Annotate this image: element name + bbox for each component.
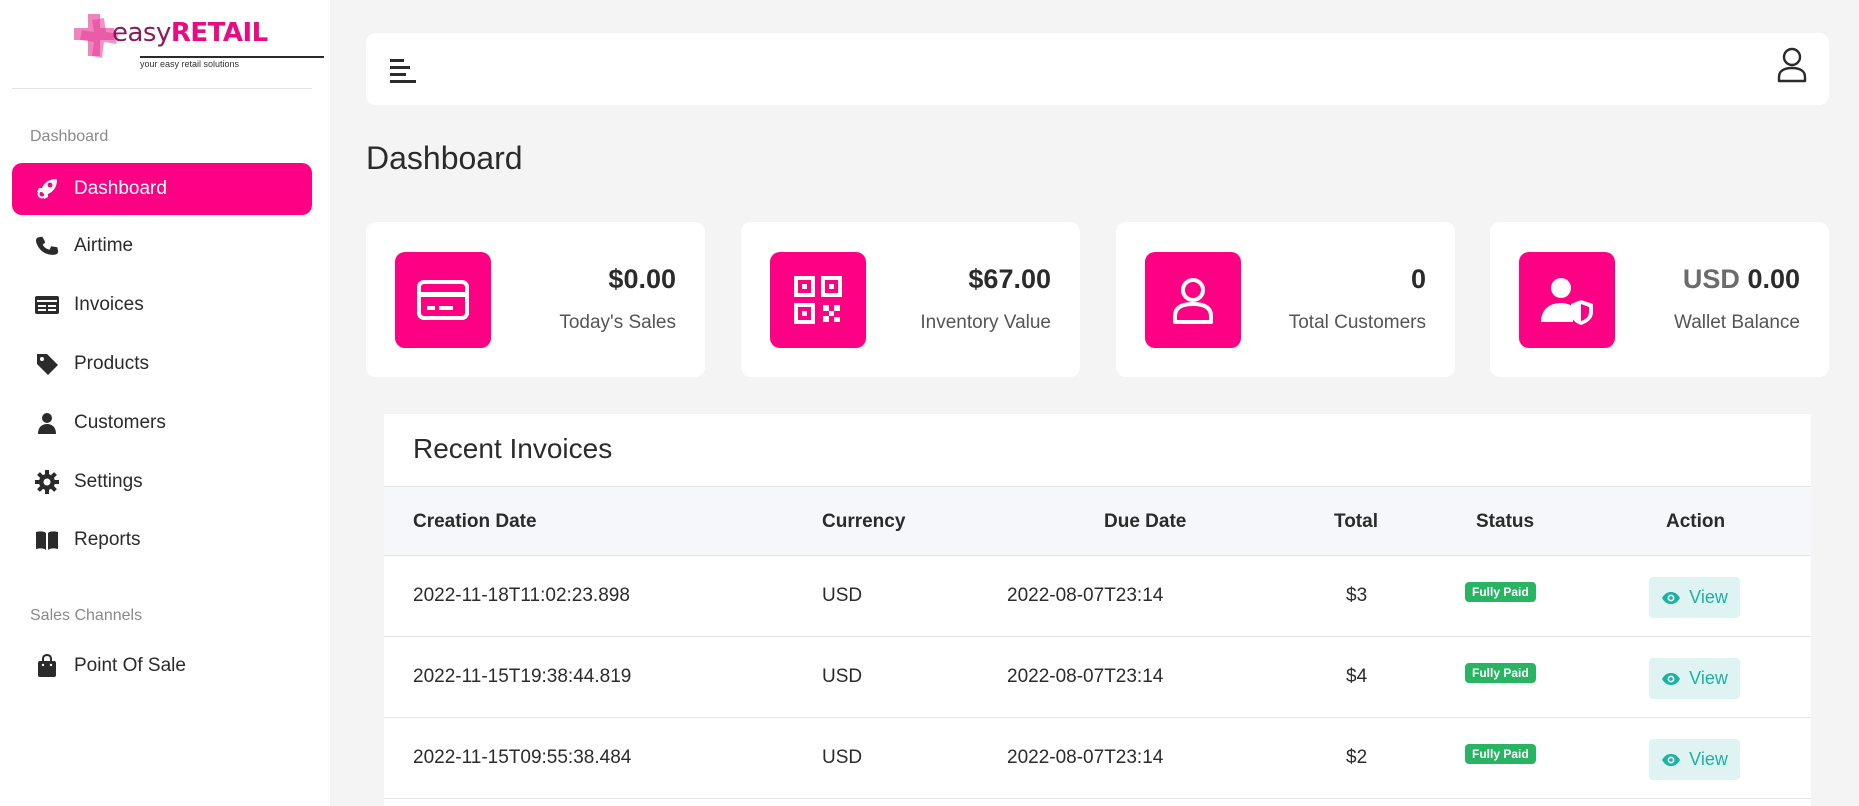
stat-value: 0 (1410, 264, 1426, 294)
column-header-currency[interactable]: Currency (822, 511, 905, 533)
status-badge: Fully Paid (1465, 744, 1536, 764)
phone-icon (34, 233, 60, 259)
stat-card-total-customers: 0 Total Customers (1116, 222, 1455, 377)
sidebar-section-sales-channels: Sales Channels (30, 607, 143, 624)
menu-toggle-button[interactable] (388, 55, 418, 85)
user-outline-icon (1145, 252, 1241, 348)
wallet-amount: 0.00 (1747, 264, 1800, 294)
tag-icon (34, 351, 60, 377)
stat-value: $0.00 (608, 264, 676, 294)
sidebar-item-dashboard[interactable]: Dashboard (12, 163, 312, 215)
stat-value: USD 0.00 (1683, 264, 1800, 295)
brand-logo[interactable]: easyRETAIL your easy retail solutions (70, 12, 324, 69)
invoice-icon (34, 292, 60, 318)
qr-code-icon (770, 252, 866, 348)
wallet-currency: USD (1682, 264, 1740, 294)
view-button[interactable]: View (1649, 658, 1740, 699)
eye-icon (1662, 672, 1681, 685)
column-header-status[interactable]: Status (1476, 511, 1534, 533)
recent-invoices-panel: Recent Invoices Creation Date Currency D… (384, 414, 1811, 806)
view-button-label: View (1689, 668, 1728, 688)
stat-card-inventory-value: $67.00 Inventory Value (741, 222, 1080, 377)
brand-word-b: RETAIL (170, 18, 268, 48)
brand-underline (140, 56, 324, 58)
stat-card-wallet-balance: USD 0.00 Wallet Balance (1490, 222, 1829, 377)
sidebar-item-invoices[interactable]: Invoices (12, 279, 312, 331)
stat-label: Today's Sales (559, 312, 676, 333)
sidebar-divider (12, 88, 312, 89)
brand-wordmark: easyRETAIL (112, 18, 268, 48)
column-header-due-date[interactable]: Due Date (1104, 511, 1186, 533)
sidebar-item-reports[interactable]: Reports (12, 514, 312, 566)
status-badge: Fully Paid (1465, 582, 1536, 602)
stat-label: Inventory Value (920, 312, 1051, 333)
cell-creation-date: 2022-11-15T09:55:38.484 (413, 747, 632, 768)
stat-value: $67.00 (968, 264, 1051, 294)
table-row: 2022-11-18T11:02:23.898 USD 2022-08-07T2… (384, 556, 1811, 637)
sidebar-item-point-of-sale[interactable]: Point Of Sale (12, 640, 312, 692)
brand-word-a: easy (112, 18, 171, 48)
sidebar-item-label: Reports (74, 529, 141, 550)
eye-icon (1662, 591, 1681, 604)
user-icon (34, 410, 60, 436)
user-outline-icon (1777, 47, 1807, 83)
cell-total: $4 (1346, 666, 1368, 687)
column-header-creation-date[interactable]: Creation Date (413, 511, 537, 533)
sidebar-item-label: Point Of Sale (74, 655, 186, 676)
column-header-action[interactable]: Action (1666, 511, 1725, 533)
recent-invoices-title: Recent Invoices (413, 433, 613, 464)
sidebar-item-label: Invoices (74, 294, 144, 315)
cell-creation-date: 2022-11-18T11:02:23.898 (413, 585, 630, 606)
top-bar (366, 33, 1829, 105)
stat-card-todays-sales: $0.00 Today's Sales (366, 222, 705, 377)
sidebar-item-customers[interactable]: Customers (12, 397, 312, 449)
credit-card-icon (395, 252, 491, 348)
status-badge: Fully Paid (1465, 663, 1536, 683)
column-header-total[interactable]: Total (1334, 511, 1378, 533)
cell-currency: USD (822, 585, 863, 606)
rocket-icon (34, 176, 60, 202)
sidebar-item-airtime[interactable]: Airtime (12, 220, 312, 272)
bag-icon (34, 653, 60, 679)
eye-icon (1662, 753, 1681, 766)
cell-due-date: 2022-08-07T23:14 (1007, 666, 1164, 687)
stat-label: Total Customers (1288, 312, 1426, 333)
sidebar-item-label: Settings (74, 471, 143, 492)
sidebar-item-label: Airtime (74, 235, 134, 256)
book-icon (34, 527, 60, 553)
sidebar-item-label: Dashboard (74, 178, 167, 199)
page-title: Dashboard (366, 140, 523, 176)
table-row: 2022-11-15T09:55:38.484 USD 2022-08-07T2… (384, 718, 1811, 799)
stat-label: Wallet Balance (1673, 312, 1800, 333)
cell-due-date: 2022-08-07T23:14 (1007, 585, 1164, 606)
table-header: Creation Date Currency Due Date Total St… (384, 486, 1811, 556)
table-row: 2022-11-15T19:38:44.819 USD 2022-08-07T2… (384, 637, 1811, 718)
sidebar-section-dashboard: Dashboard (30, 128, 109, 145)
view-button-label: View (1689, 587, 1728, 607)
cell-due-date: 2022-08-07T23:14 (1007, 747, 1164, 768)
sidebar: easyRETAIL your easy retail solutions Da… (0, 0, 330, 806)
sidebar-item-products[interactable]: Products (12, 338, 312, 390)
cell-currency: USD (822, 666, 863, 687)
sidebar-item-settings[interactable]: Settings (12, 456, 312, 508)
user-menu-button[interactable] (1775, 43, 1809, 85)
cell-currency: USD (822, 747, 863, 768)
hamburger-icon (390, 59, 416, 83)
user-shield-icon (1519, 252, 1615, 348)
app: easyRETAIL your easy retail solutions Da… (0, 0, 1859, 806)
view-button[interactable]: View (1649, 577, 1740, 618)
view-button[interactable]: View (1649, 739, 1740, 780)
view-button-label: View (1689, 749, 1728, 769)
cell-total: $3 (1346, 585, 1368, 606)
brand-tagline: your easy retail solutions (140, 59, 240, 69)
sidebar-item-label: Products (74, 353, 149, 374)
cell-total: $2 (1346, 747, 1368, 768)
sidebar-item-label: Customers (74, 412, 166, 433)
gear-icon (34, 469, 60, 495)
cell-creation-date: 2022-11-15T19:38:44.819 (413, 666, 632, 687)
